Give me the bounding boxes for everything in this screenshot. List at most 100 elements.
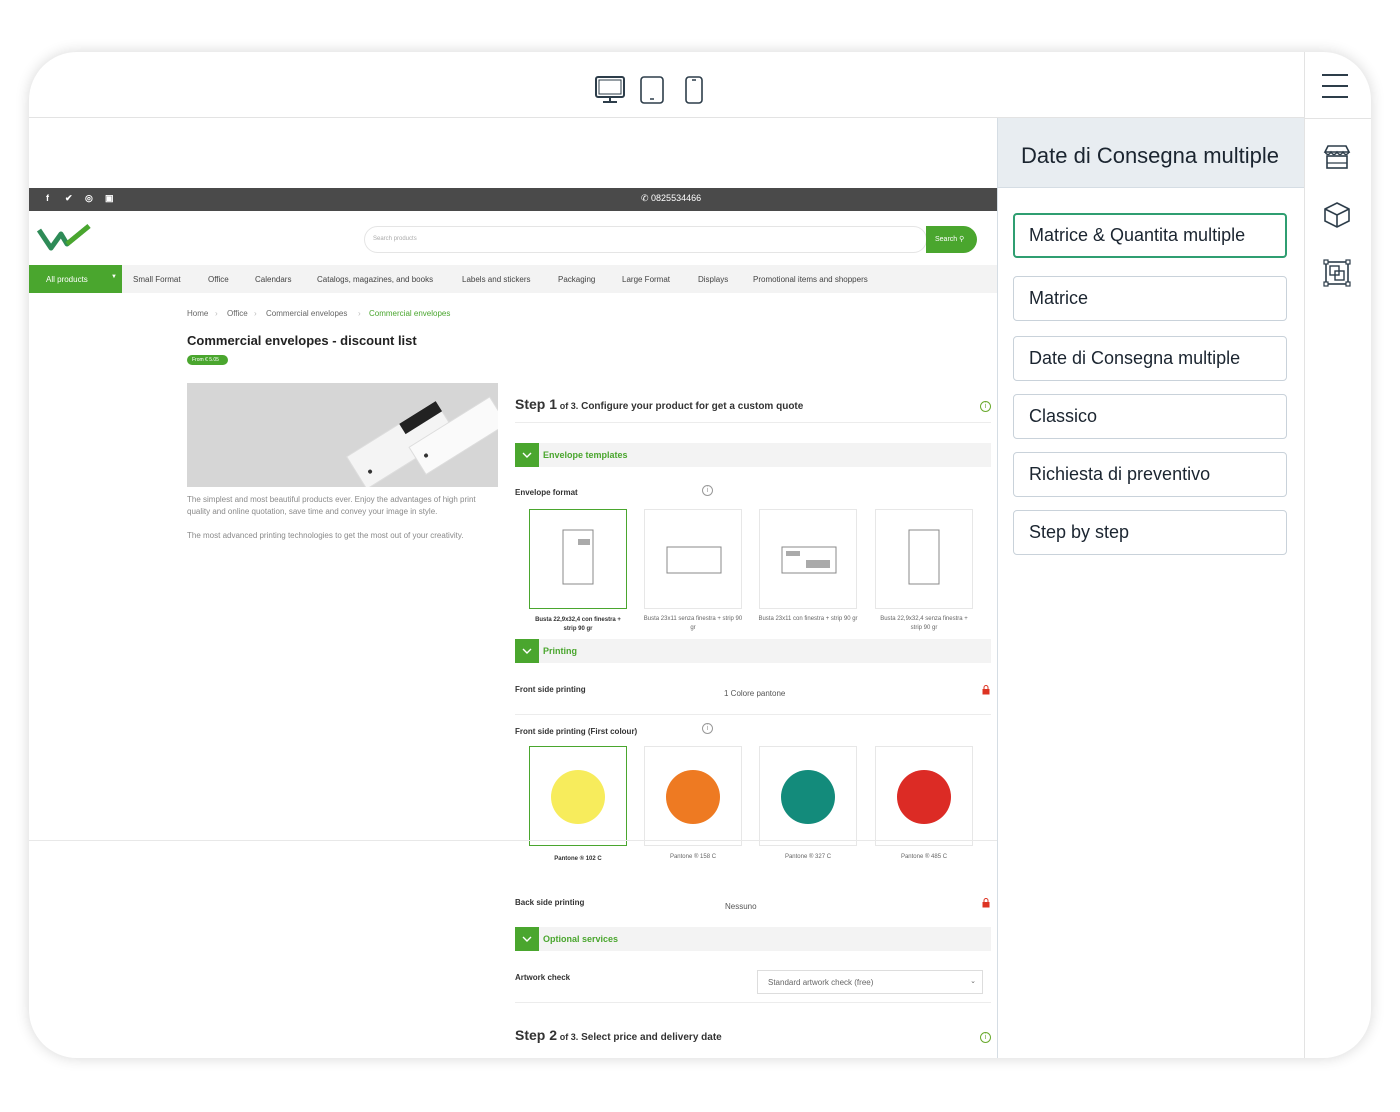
front-printing-label: Front side printing bbox=[515, 685, 586, 694]
phone-number[interactable]: ✆ 0825534466 bbox=[641, 193, 701, 204]
search-input[interactable]: Search products bbox=[364, 226, 927, 253]
artwork-check-select[interactable]: Standard artwork check (free) ⌄ bbox=[757, 970, 983, 994]
step-2-heading: Step 2 of 3. Select price and delivery d… bbox=[515, 1027, 722, 1043]
nav-item-catalogs[interactable]: Catalogs, magazines, and books bbox=[317, 275, 433, 284]
nav-item-packaging[interactable]: Packaging bbox=[558, 275, 595, 284]
artwork-check-label: Artwork check bbox=[515, 973, 571, 982]
breadcrumb-separator: › bbox=[254, 309, 257, 318]
breadcrumb-separator: › bbox=[215, 309, 218, 318]
product-image bbox=[187, 383, 498, 487]
divider bbox=[515, 422, 991, 423]
option-step-by-step[interactable]: Step by step bbox=[1013, 510, 1287, 555]
info-icon[interactable]: i bbox=[702, 485, 713, 496]
option-multiple-delivery-dates[interactable]: Date di Consegna multiple bbox=[1013, 336, 1287, 381]
youtube-icon[interactable]: ▣ bbox=[105, 193, 114, 204]
breadcrumb-office[interactable]: Office bbox=[227, 309, 248, 318]
lock-icon bbox=[982, 685, 990, 695]
envelope-format-label: Envelope format bbox=[515, 488, 578, 497]
colour-caption: Pantone ® 327 C bbox=[784, 854, 832, 860]
all-products-button[interactable]: All products ▼ bbox=[29, 265, 122, 293]
product-description-extra: The most advanced printing technologies … bbox=[187, 531, 464, 540]
envelope-caption: Busta 23x11 con finestra + strip 90 gr bbox=[758, 616, 858, 622]
step-1-heading: Step 1 of 3. Configure your product for … bbox=[515, 396, 804, 412]
info-icon[interactable]: i bbox=[702, 723, 713, 734]
chevron-down-icon: ⌄ bbox=[970, 978, 976, 985]
layout-options-panel: Date di Consegna multiple Matrice & Quan… bbox=[997, 118, 1304, 1058]
breadcrumb-separator: › bbox=[358, 309, 361, 318]
template-icon[interactable] bbox=[1322, 258, 1352, 288]
device-frame: Date di Consegna multiple Matrice & Quan… bbox=[29, 52, 1371, 1058]
product-description: The simplest and most beautiful products… bbox=[187, 495, 476, 516]
option-classic[interactable]: Classico bbox=[1013, 394, 1287, 439]
instagram-icon[interactable]: ◎ bbox=[85, 193, 93, 204]
colour-caption: Pantone ® 158 C bbox=[669, 854, 717, 860]
desktop-icon[interactable] bbox=[594, 76, 626, 104]
nav-item-large-format[interactable]: Large Format bbox=[622, 275, 670, 284]
colour-swatch bbox=[781, 770, 835, 824]
option-matrix[interactable]: Matrice bbox=[1013, 276, 1287, 321]
colour-caption: Pantone ® 102 C bbox=[554, 856, 602, 862]
store-icon[interactable] bbox=[1322, 142, 1352, 172]
search-icon: ⚲ bbox=[959, 236, 965, 243]
nav-item-labels[interactable]: Labels and stickers bbox=[462, 275, 530, 284]
colour-option-3[interactable] bbox=[759, 746, 857, 846]
preview-toolbar bbox=[29, 52, 1304, 118]
chevron-down-icon bbox=[515, 443, 539, 467]
category-nav: All products ▼ Small Format Office Calend… bbox=[29, 265, 997, 293]
nav-item-small-format[interactable]: Small Format bbox=[133, 275, 181, 284]
box-icon[interactable] bbox=[1322, 200, 1352, 230]
mobile-icon[interactable] bbox=[685, 76, 703, 104]
colour-option-1[interactable] bbox=[529, 746, 627, 846]
envelope-option-1[interactable] bbox=[529, 509, 627, 609]
section-label: Optional services bbox=[543, 934, 619, 944]
colour-swatch bbox=[666, 770, 720, 824]
chevron-down-icon bbox=[515, 639, 539, 663]
tool-rail bbox=[1304, 52, 1371, 1058]
panel-title: Date di Consegna multiple bbox=[998, 118, 1304, 188]
envelope-option-3[interactable] bbox=[759, 509, 857, 609]
colour-option-4[interactable] bbox=[875, 746, 973, 846]
option-quote-request[interactable]: Richiesta di preventivo bbox=[1013, 452, 1287, 497]
search-button[interactable]: Search ⚲ bbox=[926, 226, 977, 253]
caret-down-icon: ▼ bbox=[111, 274, 117, 280]
twitter-icon[interactable]: ✔ bbox=[65, 193, 73, 204]
nav-item-office[interactable]: Office bbox=[208, 275, 229, 284]
envelope-option-4[interactable] bbox=[875, 509, 973, 609]
divider bbox=[515, 1002, 991, 1003]
chevron-down-icon bbox=[515, 927, 539, 951]
site-logo[interactable] bbox=[37, 222, 93, 252]
lock-icon bbox=[982, 898, 990, 908]
section-printing[interactable]: Printing bbox=[515, 639, 991, 663]
info-icon[interactable]: i bbox=[980, 401, 991, 412]
back-printing-label: Back side printing bbox=[515, 898, 585, 907]
envelope-option-2[interactable] bbox=[644, 509, 742, 609]
section-label: Envelope templates bbox=[543, 450, 628, 460]
breadcrumb-current: Commercial envelopes bbox=[369, 309, 451, 318]
section-envelope-templates[interactable]: Envelope templates bbox=[515, 443, 991, 467]
envelope-caption: Busta 22,9x32,4 senza finestra + strip 9… bbox=[880, 616, 968, 631]
section-label: Printing bbox=[543, 646, 577, 656]
colour-caption: Pantone ® 485 C bbox=[900, 854, 948, 860]
colour-option-2[interactable] bbox=[644, 746, 742, 846]
menu-icon[interactable] bbox=[1322, 74, 1350, 100]
colour-swatch bbox=[551, 770, 605, 824]
envelope-caption: Busta 22,9x32,4 con finestra + strip 90 … bbox=[535, 617, 621, 632]
divider bbox=[515, 714, 991, 715]
nav-item-calendars[interactable]: Calendars bbox=[255, 275, 291, 284]
option-matrix-multiple-quantity[interactable]: Matrice & Quantita multiple bbox=[1013, 213, 1287, 258]
facebook-icon[interactable]: f bbox=[46, 193, 49, 203]
site-preview: f ✔ ◎ ▣ ✆ 0825534466 Search products Sea… bbox=[29, 118, 997, 1058]
envelope-caption: Busta 23x11 senza finestra + strip 90 gr bbox=[643, 616, 743, 631]
product-title: Commercial envelopes - discount list bbox=[187, 333, 417, 348]
info-icon[interactable]: i bbox=[980, 1032, 991, 1043]
breadcrumb-home[interactable]: Home bbox=[187, 309, 208, 318]
breadcrumb-category[interactable]: Commercial envelopes bbox=[266, 309, 347, 318]
colour-swatch bbox=[897, 770, 951, 824]
nav-item-promotional[interactable]: Promotional items and shoppers bbox=[753, 275, 868, 284]
fold-line bbox=[29, 840, 997, 841]
first-colour-label: Front side printing (First colour) bbox=[515, 727, 638, 736]
price-badge: From € 5.05 bbox=[187, 355, 228, 365]
section-optional-services[interactable]: Optional services bbox=[515, 927, 991, 951]
nav-item-displays[interactable]: Displays bbox=[698, 275, 728, 284]
tablet-icon[interactable] bbox=[640, 76, 664, 104]
